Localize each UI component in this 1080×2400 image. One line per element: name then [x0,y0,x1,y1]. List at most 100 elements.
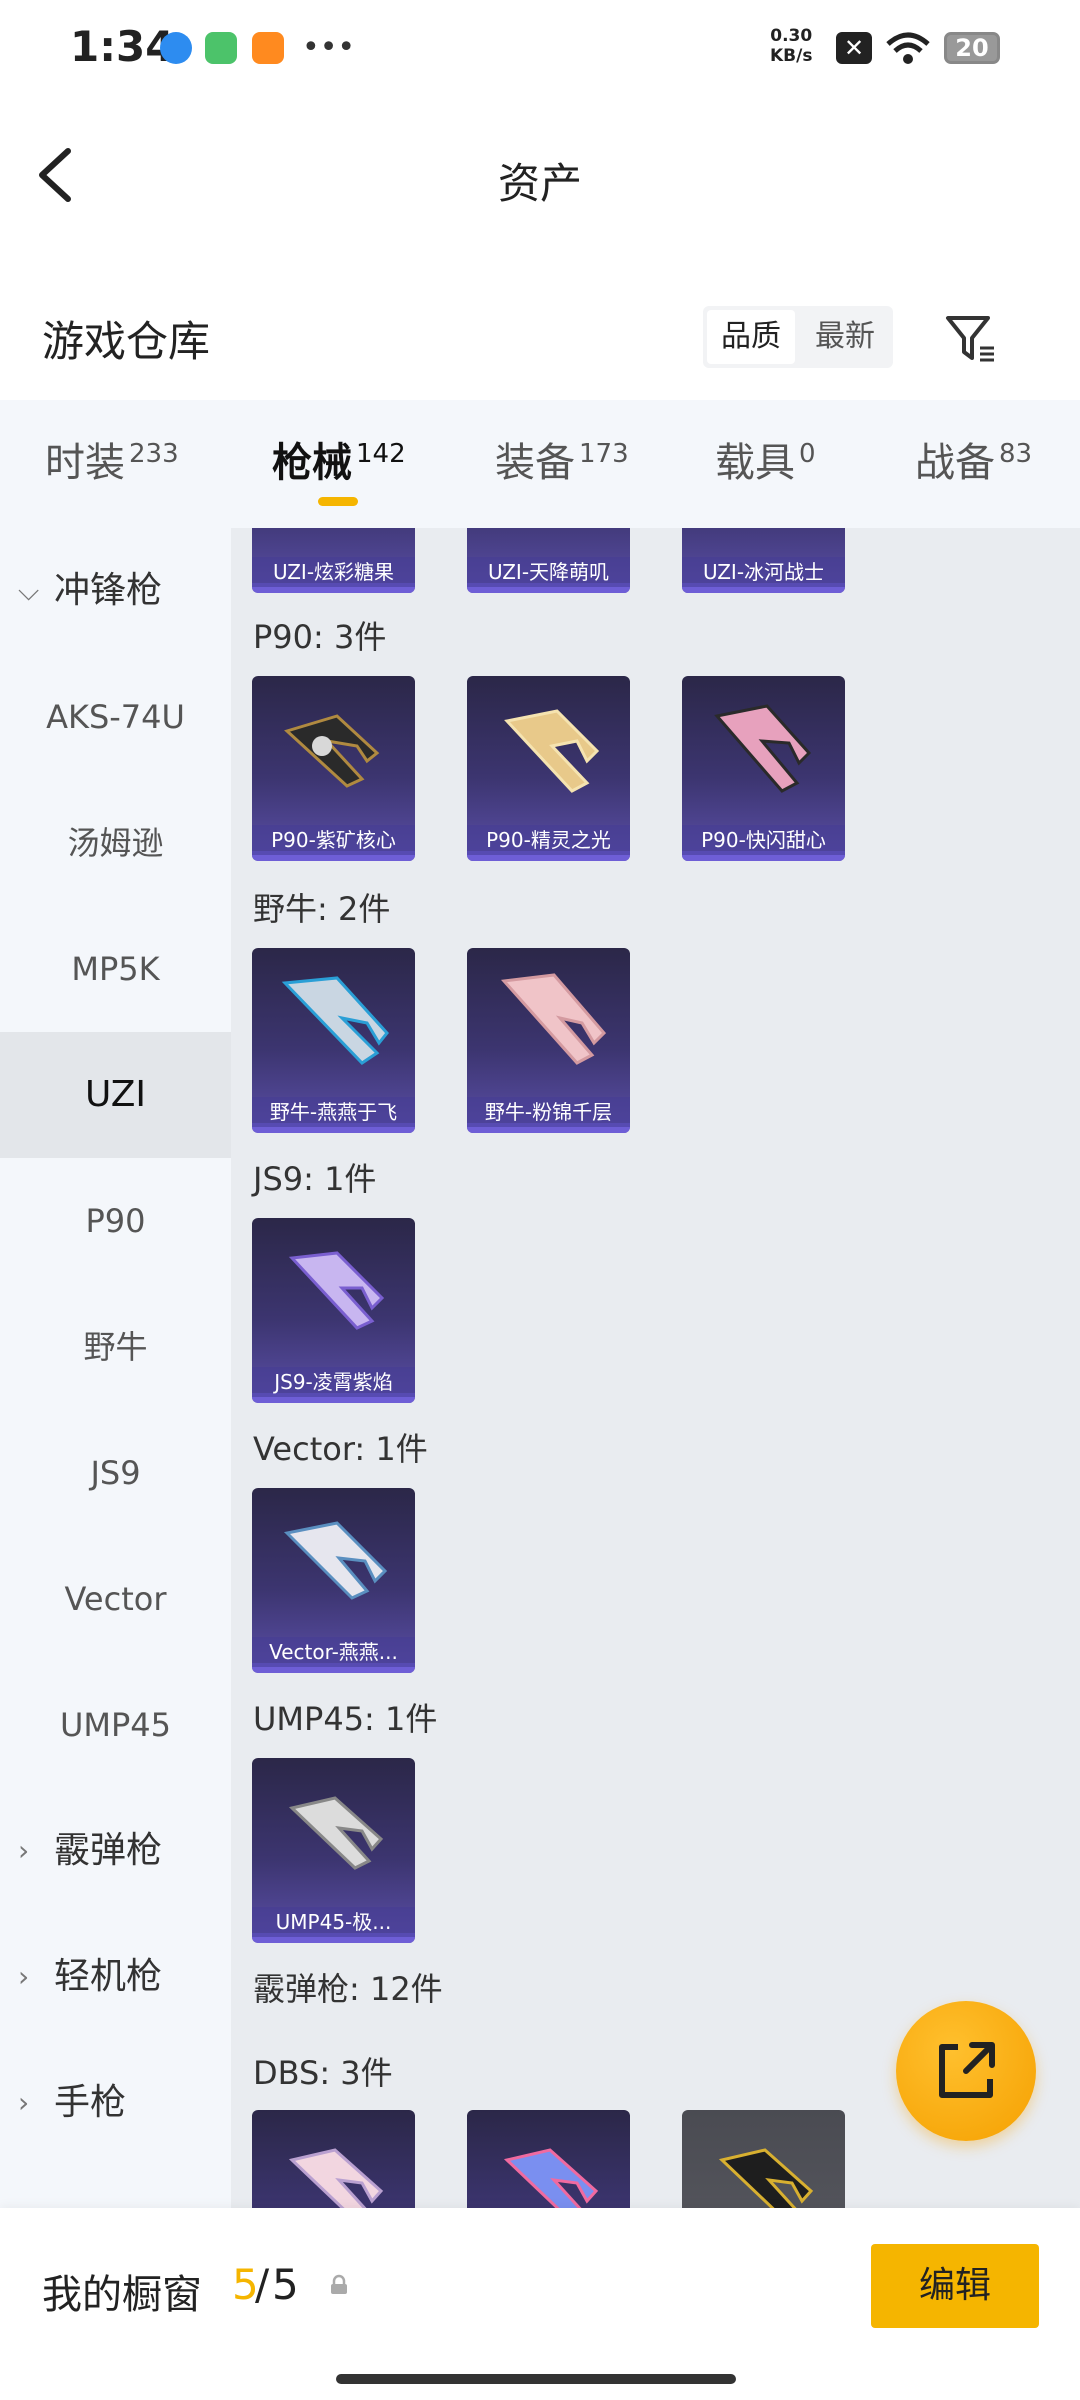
weapon-image [281,976,389,1065]
tab-firearms[interactable]: 枪械 142 [272,430,406,488]
tab-label: 装备 [495,440,575,486]
chevron-right-icon: › [18,1960,30,1993]
sidebar-category-label: 霰弹枪 [54,1830,163,1871]
sort-quality-button[interactable]: 品质 [707,310,795,364]
weapon-image [714,704,812,793]
weapon-card[interactable]: 野牛-粉锦千层 [467,948,630,1133]
group-label-shotgun: 霰弹枪: 12件 [253,1970,443,2008]
weapon-card[interactable]: UZI-冰河战士 [682,528,845,593]
group-label-bison: 野牛: 2件 [253,890,391,928]
weapon-card[interactable]: UZI-炫彩糖果 [252,528,415,593]
sidebar-category-label: 冲锋枪 [54,570,163,611]
weapon-card[interactable]: JS9-凌霄紫焰 [252,1218,415,1403]
status-bar: 1:34 ••• 0.30 KB/s ✕ 20 [0,0,1080,100]
weapon-card-label: P90-精灵之光 [467,825,630,855]
sidebar-item-bison[interactable]: 野牛 [0,1284,231,1410]
net-speed-unit: KB/s [770,46,813,66]
sidebar-item-ump45[interactable]: UMP45 [0,1662,231,1788]
weapon-card-label: 野牛-燕燕于飞 [252,1097,415,1127]
weapon-card[interactable] [682,2110,845,2208]
weapon-card-label: UZI-天降萌叽 [467,557,630,587]
status-time: 1:34 [70,22,175,71]
sort-toggle: 品质 最新 [703,306,893,368]
showcase-count-total: 5 [272,2260,299,2309]
chevron-right-icon: › [18,1834,30,1867]
sidebar-item-js9[interactable]: JS9 [0,1410,231,1536]
weapon-card-label: UMP45-极... [252,1907,415,1937]
share-out-icon [939,2042,995,2098]
tab-combat-supplies[interactable]: 战备 83 [915,430,1032,488]
weapon-card[interactable]: P90-快闪甜心 [682,676,845,861]
edit-button[interactable]: 编辑 [871,2244,1039,2328]
warehouse-title: 游戏仓库 [42,317,211,366]
sidebar-category-shotgun[interactable]: › 霰弹枪 [0,1788,231,1914]
no-sim-icon: ✕ [836,32,872,64]
weapon-card-label: P90-紫矿核心 [252,825,415,855]
weapon-card-label: JS9-凌霄紫焰 [252,1367,415,1397]
tab-count: 233 [129,438,179,469]
sidebar-item-vector[interactable]: Vector [0,1536,231,1662]
sidebar-category-label: 轻机枪 [54,1956,163,1997]
app-notification-icon [160,32,192,64]
share-button[interactable] [896,2001,1036,2141]
weapon-card-label: UZI-炫彩糖果 [252,557,415,587]
group-label-vector: Vector: 1件 [253,1430,428,1468]
tab-label: 载具 [715,440,795,486]
tab-costume[interactable]: 时装 233 [45,430,179,488]
sidebar-category-smg[interactable]: ⌵ 冲锋枪 [0,528,231,654]
weapon-image [718,2148,814,2208]
weapon-image [288,1796,384,1870]
showcase-label: 我的橱窗 [42,2272,202,2318]
weapon-card-label: 野牛-粉锦千层 [467,1097,630,1127]
group-label-dbs: DBS: 3件 [253,2054,393,2092]
group-label-p90: P90: 3件 [253,618,387,656]
net-speed-value: 0.30 [770,26,813,46]
network-speed: 0.30 KB/s [770,26,812,66]
weapon-card-label: P90-快闪甜心 [682,825,845,855]
weapon-card-label: Vector-燕燕... [252,1637,415,1667]
group-label-ump45: UMP45: 1件 [253,1700,438,1738]
sidebar-category-label: 手枪 [54,2082,127,2123]
battery-icon: 20 [944,32,1000,64]
tab-label: 时装 [45,440,125,486]
wifi-icon [886,32,930,64]
sidebar-item-thompson[interactable]: 汤姆逊 [0,780,231,906]
sort-newest-button[interactable]: 最新 [801,310,889,364]
sidebar-item-mp5k[interactable]: MP5K [0,906,231,1032]
chevron-down-icon: ⌵ [18,574,40,607]
weapon-image [504,709,600,793]
chevron-right-icon: › [18,2086,30,2119]
tab-label: 枪械 [272,440,352,486]
more-notifications-icon: ••• [302,30,356,65]
weapon-image [288,1251,385,1330]
weapon-card[interactable]: UZI-天降萌叽 [467,528,630,593]
page-title: 资产 [497,159,582,208]
weapon-image [500,973,607,1065]
sidebar-item-p90[interactable]: P90 [0,1158,231,1284]
tab-count: 0 [799,438,816,469]
weapon-image [288,2148,384,2208]
weapon-card[interactable]: P90-紫矿核心 [252,676,415,861]
weapon-card[interactable]: Vector-燕燕... [252,1488,415,1673]
sidebar-category-lmg[interactable]: › 轻机枪 [0,1914,231,2040]
tab-equipment[interactable]: 装备 173 [495,430,629,488]
weapon-card[interactable]: UMP45-极... [252,1758,415,1943]
weapon-image [503,2148,599,2208]
sidebar-category-pistol[interactable]: › 手枪 [0,2040,231,2166]
filter-icon[interactable] [940,308,1000,368]
tab-count: 142 [356,438,406,469]
active-tab-indicator [318,497,358,506]
tab-vehicles[interactable]: 载具 0 [715,430,816,488]
sidebar-item-uzi[interactable]: UZI [0,1032,231,1158]
weapon-card-label: UZI-冰河战士 [682,557,845,587]
weapon-image [284,714,380,788]
weapon-card[interactable]: P90-精灵之光 [467,676,630,861]
tab-count: 173 [579,438,629,469]
weapon-grid: UZI-炫彩糖果 UZI-天降萌叽 UZI-冰河战士 P90: 3件 P90-紫… [231,528,1080,2208]
sidebar-item-aks74u[interactable]: AKS-74U [0,654,231,780]
weapon-card[interactable] [252,2110,415,2208]
weapon-card[interactable] [467,2110,630,2208]
home-indicator[interactable] [336,2374,736,2384]
group-label-js9: JS9: 1件 [253,1160,377,1198]
weapon-card[interactable]: 野牛-燕燕于飞 [252,948,415,1133]
